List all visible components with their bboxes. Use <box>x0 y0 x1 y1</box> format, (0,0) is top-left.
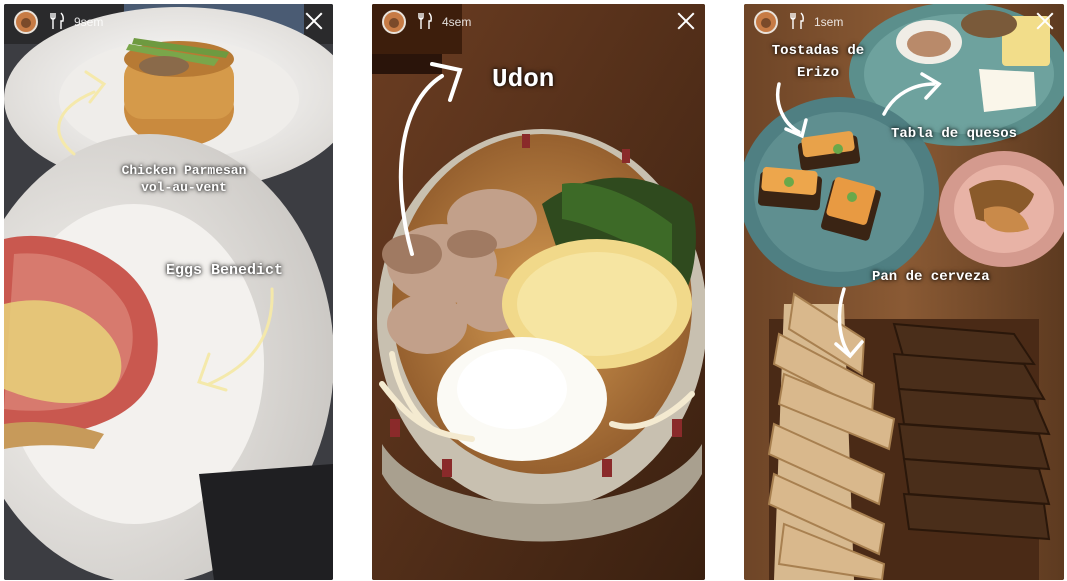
story-header: 4sem <box>372 4 705 44</box>
profile-avatar[interactable] <box>754 10 778 34</box>
fork-knife-icon <box>50 12 64 29</box>
close-icon[interactable] <box>303 10 325 32</box>
caption-chicken: Chicken Parmesan vol-au-vent <box>104 162 264 196</box>
story-panel-3[interactable]: 1sem Tostadas de Erizo Tabla de quesos P… <box>744 4 1064 580</box>
caption-pan: Pan de cerveza <box>872 269 990 285</box>
caption-tostadas-line1: Tostadas de <box>771 43 865 59</box>
post-time: 4sem <box>442 15 472 29</box>
close-icon[interactable] <box>675 10 697 32</box>
story-panel-1[interactable]: 9sem Chicken Parmesan vol-au-vent Eggs B… <box>4 4 333 580</box>
caption-tostadas-line2: Erizo <box>796 65 839 81</box>
caption-chicken-line2: vol-au-vent <box>141 180 227 195</box>
caption-eggs: Eggs Benedict <box>166 262 284 279</box>
caption-chicken-line1: Chicken Parmesan <box>121 163 247 178</box>
fork-knife-icon <box>790 12 804 29</box>
caption-tostadas: Tostadas de Erizo <box>750 40 886 84</box>
fork-knife-icon <box>418 12 432 29</box>
food-photo-chicken-eggs <box>4 4 333 580</box>
caption-quesos: Tabla de quesos <box>891 126 1018 142</box>
post-time: 9sem <box>74 15 104 29</box>
story-header: 1sem <box>744 4 1064 44</box>
story-header: 9sem <box>4 4 333 44</box>
close-icon[interactable] <box>1034 10 1056 32</box>
post-time: 1sem <box>814 15 844 29</box>
profile-avatar[interactable] <box>14 10 38 34</box>
story-panel-2[interactable]: 4sem Udon <box>372 4 705 580</box>
profile-avatar[interactable] <box>382 10 406 34</box>
caption-udon: Udon <box>492 64 555 94</box>
food-photo-tapas-table <box>744 4 1064 580</box>
